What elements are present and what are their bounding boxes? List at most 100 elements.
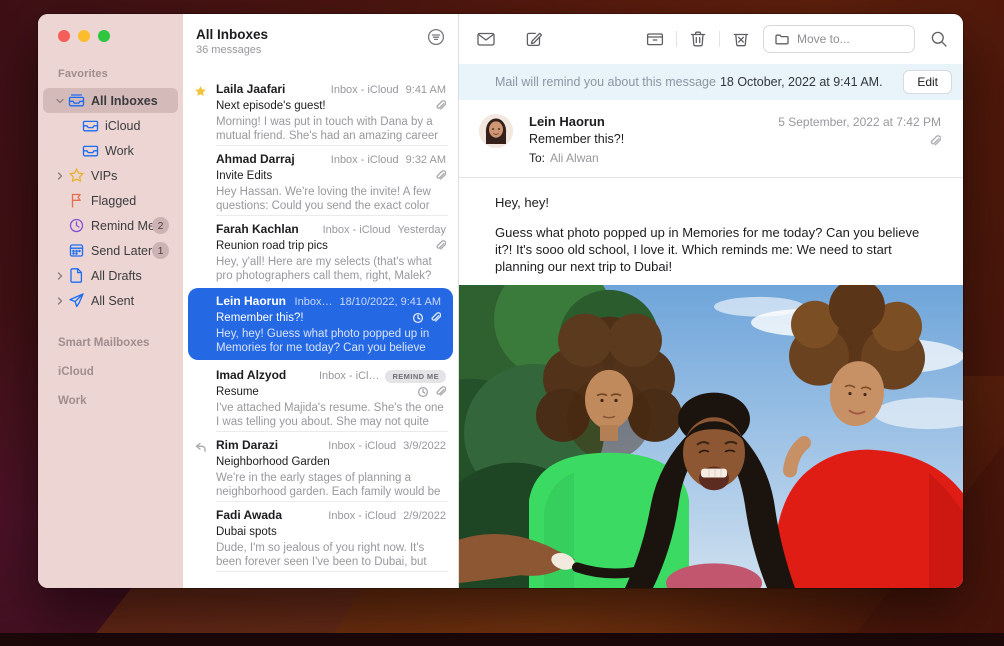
- remind-me-badge: REMIND ME: [385, 370, 446, 383]
- body-paragraph: Guess what photo popped up in Memories f…: [495, 224, 923, 275]
- wallpaper-bottom-strip: [0, 633, 1004, 646]
- recipient-name[interactable]: Ali Alwan: [550, 151, 599, 165]
- email-time: 3/9/2022: [403, 440, 446, 452]
- sidebar-item-label: All Sent: [91, 294, 134, 308]
- zoom-button[interactable]: [98, 30, 110, 42]
- mailbox-label: Inbox - iCloud: [331, 154, 399, 166]
- email-rows: Laila JaafariInbox - iCloud9:41 AM Next …: [183, 76, 458, 588]
- email-row-laila[interactable]: Laila JaafariInbox - iCloud9:41 AM Next …: [183, 76, 458, 146]
- attached-photo[interactable]: [459, 285, 963, 588]
- mailbox-label: Inbox - iCl…: [319, 370, 380, 382]
- paperclip-icon: [928, 135, 941, 148]
- sidebar-item-all-sent[interactable]: All Sent: [43, 288, 178, 313]
- sidebar-item-all-inboxes[interactable]: All Inboxes: [43, 88, 178, 113]
- archive-icon[interactable]: [645, 29, 665, 49]
- calendar-icon: [68, 242, 85, 259]
- icloud-section-label[interactable]: iCloud: [58, 366, 183, 378]
- reminder-clock-icon: [417, 386, 429, 398]
- toolbar: Move to...: [459, 14, 963, 64]
- work-section-label[interactable]: Work: [58, 395, 183, 407]
- sidebar-item-flagged[interactable]: Flagged: [43, 188, 178, 213]
- remind-me-count-badge: 2: [152, 217, 169, 234]
- mailbox-label: Inbox - iCloud: [328, 510, 396, 522]
- message-date: 5 September, 2022 at 7:42 PM: [778, 115, 941, 129]
- paperclip-icon: [434, 386, 446, 398]
- email-time: 9:32 AM: [406, 154, 446, 166]
- folder-icon: [774, 31, 790, 47]
- email-subject: Reunion road trip pics: [216, 240, 328, 252]
- email-preview: Dude, I'm so jealous of you right now. I…: [216, 541, 446, 569]
- to-label: To:: [529, 151, 545, 165]
- mailbox-label: Inbox…: [295, 296, 333, 308]
- email-row-fadi[interactable]: Fadi AwadaInbox - iCloud2/9/2022 Dubai s…: [183, 502, 458, 572]
- email-row-partial[interactable]: [183, 572, 458, 586]
- sender-name: Lein Haorun: [216, 294, 286, 308]
- sidebar-item-vips[interactable]: VIPs: [43, 163, 178, 188]
- edit-reminder-button[interactable]: Edit: [903, 70, 952, 94]
- sidebar: Favorites All Inboxes iCloud Work VIPs F…: [38, 14, 183, 588]
- photo-illustration: [459, 285, 963, 588]
- sidebar-item-remind-me[interactable]: Remind Me 2: [43, 213, 178, 238]
- inbox-icon: [82, 117, 99, 134]
- sender-name: Imad Alzyod: [216, 368, 286, 382]
- body-paragraph: Hey, hey!: [495, 194, 923, 211]
- paperclip-icon: [429, 312, 441, 324]
- paperplane-icon: [68, 292, 85, 309]
- message-recipient-line: To: Ali Alwan: [529, 151, 941, 167]
- sidebar-item-label: Flagged: [91, 194, 136, 208]
- reminder-clock-icon: [412, 312, 424, 324]
- replied-arrow-icon: [194, 441, 207, 454]
- message-count: 36 messages: [196, 44, 444, 56]
- email-row-imad[interactable]: Imad AlzyodInbox - iCl…REMIND ME Resume …: [183, 362, 458, 432]
- paperclip-icon: [434, 170, 446, 182]
- sidebar-item-icloud-inbox[interactable]: iCloud: [43, 113, 178, 138]
- star-icon: [68, 167, 85, 184]
- avatar[interactable]: [479, 114, 513, 148]
- filter-icon[interactable]: [427, 28, 445, 46]
- paperclip-icon: [434, 240, 446, 252]
- move-to-label: Move to...: [797, 32, 850, 46]
- sidebar-item-label: Send Later: [91, 244, 152, 258]
- clock-icon: [68, 217, 85, 234]
- star-flag-icon: [194, 85, 207, 98]
- chevron-right-icon: [54, 170, 66, 182]
- email-subject: Invite Edits: [216, 170, 272, 182]
- sidebar-item-work-inbox[interactable]: Work: [43, 138, 178, 163]
- sidebar-item-all-drafts[interactable]: All Drafts: [43, 263, 178, 288]
- chevron-right-icon: [54, 295, 66, 307]
- junk-icon[interactable]: [731, 29, 751, 49]
- email-row-farah[interactable]: Farah KachlanInbox - iCloudYesterday Reu…: [183, 216, 458, 286]
- sidebar-item-send-later[interactable]: Send Later 1: [43, 238, 178, 263]
- move-to-dropdown[interactable]: Move to...: [763, 25, 915, 53]
- sender-name: Laila Jaafari: [216, 82, 285, 96]
- minimize-button[interactable]: [78, 30, 90, 42]
- sidebar-item-label: iCloud: [105, 119, 140, 133]
- sender-name: Ahmad Darraj: [216, 152, 295, 166]
- sender-name: Fadi Awada: [216, 508, 282, 522]
- message-list-pane: All Inboxes 36 messages Laila JaafariInb…: [183, 14, 459, 588]
- unread-envelope-icon[interactable]: [476, 29, 496, 49]
- sidebar-item-label: All Drafts: [91, 269, 142, 283]
- message-detail-pane: Move to... Mail will remind you about th…: [459, 14, 963, 588]
- email-row-ahmad[interactable]: Ahmad Darraj Inbox - iCloud 9:32 AM Invite…: [183, 146, 458, 216]
- email-subject: Next episode's guest!: [216, 100, 326, 112]
- send-later-count-badge: 1: [152, 242, 169, 259]
- trash-icon[interactable]: [688, 29, 708, 49]
- favorites-section-label: Favorites: [58, 68, 183, 80]
- reminder-banner-text: Mail will remind you about this message: [495, 75, 716, 89]
- compose-icon[interactable]: [524, 29, 544, 49]
- search-icon[interactable]: [929, 29, 949, 49]
- close-button[interactable]: [58, 30, 70, 42]
- sidebar-item-label: Remind Me: [91, 219, 155, 233]
- email-row-lein-selected[interactable]: Lein HaorunInbox…18/10/2022, 9:41 AM Rem…: [188, 288, 453, 360]
- message-header: Lein Haorun Remember this?! To:Ali Alwan…: [459, 100, 963, 178]
- email-row-rim[interactable]: Rim DaraziInbox - iCloud3/9/2022 Neighbo…: [183, 432, 458, 502]
- message-list-header: All Inboxes 36 messages: [183, 14, 458, 76]
- email-subject: Remember this?!: [216, 312, 304, 324]
- email-preview: Hey Hassan. We're loving the invite! A f…: [216, 185, 446, 213]
- email-preview: I've attached Majida's resume. She's the…: [216, 401, 446, 429]
- email-subject: Neighborhood Garden: [216, 456, 330, 468]
- window-controls: [38, 30, 183, 42]
- email-time: Yesterday: [397, 224, 446, 236]
- message-header-right: 5 September, 2022 at 7:42 PM: [778, 115, 941, 153]
